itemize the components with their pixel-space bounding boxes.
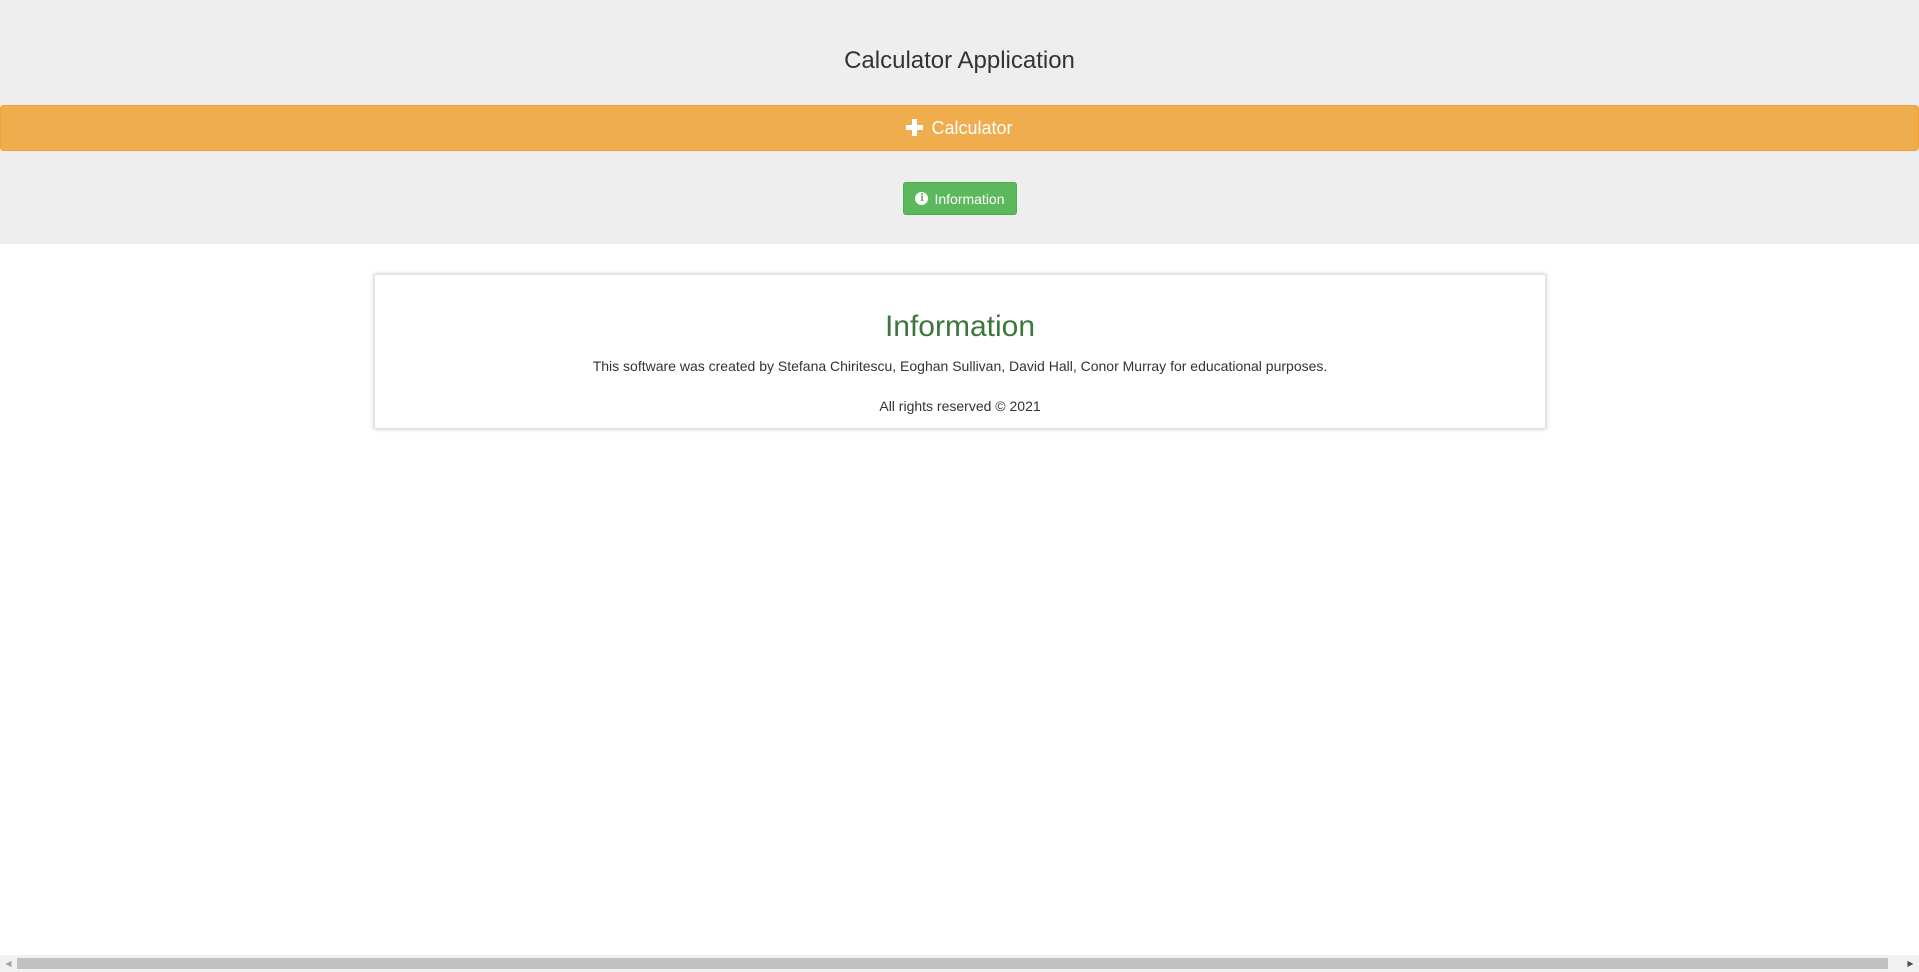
information-button[interactable]: i Information: [903, 182, 1017, 215]
horizontal-scrollbar[interactable]: ◀ ▶: [0, 955, 1919, 972]
information-title: Information: [884, 310, 1036, 343]
plus-icon: [906, 118, 924, 136]
information-description: This software was created by Stefana Chi…: [592, 358, 1328, 374]
copyright-text: All rights reserved © 2021: [879, 398, 1041, 414]
header: Calculator Application Calculator i Info…: [0, 0, 1919, 244]
information-panel: Information This software was created by…: [374, 274, 1546, 429]
information-button-label: Information: [934, 190, 1005, 207]
info-circle-icon: i: [915, 192, 929, 205]
scroll-right-arrow-icon[interactable]: ▶: [1902, 955, 1919, 972]
scrollbar-thumb[interactable]: [17, 958, 1888, 969]
calculator-button[interactable]: Calculator: [0, 105, 1919, 151]
calculator-button-label: Calculator: [931, 117, 1013, 138]
scroll-left-arrow-icon[interactable]: ◀: [0, 955, 17, 972]
page-title: Calculator Application: [844, 47, 1075, 74]
